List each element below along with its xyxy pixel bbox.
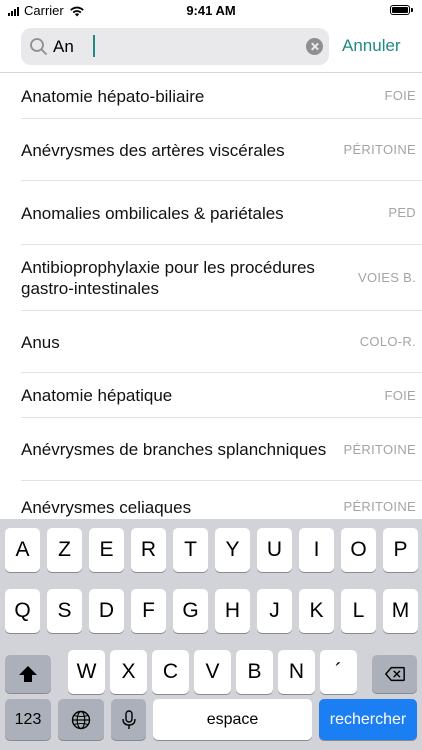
result-title: Anatomie hépatique <box>21 386 173 405</box>
microphone-key[interactable] <box>111 699 146 740</box>
globe-icon <box>71 710 91 729</box>
result-category: FOIE <box>384 388 416 403</box>
result-category: FOIE <box>384 88 416 103</box>
result-category: PÉRITOINE <box>343 142 416 157</box>
space-key[interactable]: espace <box>153 699 312 740</box>
key-a[interactable]: A <box>5 528 40 572</box>
result-category: VOIES B. <box>357 270 416 285</box>
status-time: 9:41 AM <box>186 3 236 18</box>
battery-icon <box>390 5 413 15</box>
search-bar[interactable] <box>21 28 329 65</box>
key-n[interactable]: N <box>278 650 315 694</box>
status-bar: Carrier 9:41 AM <box>0 0 422 22</box>
key-f[interactable]: F <box>131 589 166 633</box>
result-category: PED <box>388 205 416 220</box>
result-row[interactable]: Anomalies ombilicales & pariétales PED <box>0 181 422 245</box>
result-title: Anévrysmes celiaques <box>21 498 192 517</box>
result-row[interactable]: Antibioprophylaxie pour les procédures g… <box>0 245 422 311</box>
key-h[interactable]: H <box>215 589 250 633</box>
key-d[interactable]: D <box>89 589 124 633</box>
text-cursor <box>93 35 95 57</box>
key-v[interactable]: V <box>194 650 231 694</box>
key-z[interactable]: Z <box>47 528 82 572</box>
result-category: PÉRITOINE <box>343 442 416 457</box>
key-g[interactable]: G <box>173 589 208 633</box>
result-category: PÉRITOINE <box>343 499 416 514</box>
result-category: COLO-R. <box>359 334 416 349</box>
key-r[interactable]: R <box>131 528 166 572</box>
numbers-key[interactable]: 123 <box>5 699 51 740</box>
microphone-icon <box>121 709 136 729</box>
key-w[interactable]: W <box>68 650 105 694</box>
result-title: Anévrysmes des artères viscérales <box>21 141 285 160</box>
key-t[interactable]: T <box>173 528 208 572</box>
keyboard: 123 espace rechercher AZERTYUIOP QSDFGHJK… <box>0 519 422 750</box>
search-icon <box>30 38 47 55</box>
result-title: Anévrysmes de branches splanchniques <box>21 440 327 459</box>
results-list: Anatomie hépato-biliaire FOIE Anévrysmes d… <box>0 73 422 533</box>
result-row[interactable]: Anatomie hépato-biliaire FOIE <box>0 73 422 119</box>
key-l[interactable]: L <box>341 589 376 633</box>
result-row[interactable]: Anus COLO-R. <box>0 311 422 373</box>
key-b[interactable]: B <box>236 650 273 694</box>
result-title: Anomalies ombilicales & pariétales <box>21 204 284 223</box>
key-accent[interactable]: ´ <box>320 650 357 694</box>
search-key[interactable]: rechercher <box>319 699 417 740</box>
backspace-key[interactable] <box>372 655 417 693</box>
key-u[interactable]: U <box>257 528 292 572</box>
backspace-icon <box>384 666 405 682</box>
result-title: Antibioprophylaxie pour les procédures g… <box>21 258 315 298</box>
globe-key[interactable] <box>58 699 104 740</box>
result-title: Anus <box>21 333 60 352</box>
clear-icon[interactable] <box>306 38 323 55</box>
key-j[interactable]: J <box>257 589 292 633</box>
key-q[interactable]: Q <box>5 589 40 633</box>
key-o[interactable]: O <box>341 528 376 572</box>
key-s[interactable]: S <box>47 589 82 633</box>
result-row[interactable]: Anatomie hépatique FOIE <box>0 373 422 418</box>
key-y[interactable]: Y <box>215 528 250 572</box>
result-title: Anatomie hépato-biliaire <box>21 87 205 106</box>
result-row[interactable]: Anévrysmes des artères viscérales PÉRITOI… <box>0 119 422 181</box>
result-row[interactable]: Anévrysmes de branches splanchniques PÉRI… <box>0 418 422 481</box>
key-x[interactable]: X <box>110 650 147 694</box>
key-m[interactable]: M <box>383 589 418 633</box>
search-input[interactable] <box>53 36 293 58</box>
shift-icon <box>19 666 37 682</box>
cancel-button[interactable]: Annuler <box>342 36 401 56</box>
key-c[interactable]: C <box>152 650 189 694</box>
shift-key[interactable] <box>5 655 51 693</box>
key-i[interactable]: I <box>299 528 334 572</box>
key-k[interactable]: K <box>299 589 334 633</box>
key-e[interactable]: E <box>89 528 124 572</box>
key-p[interactable]: P <box>383 528 418 572</box>
